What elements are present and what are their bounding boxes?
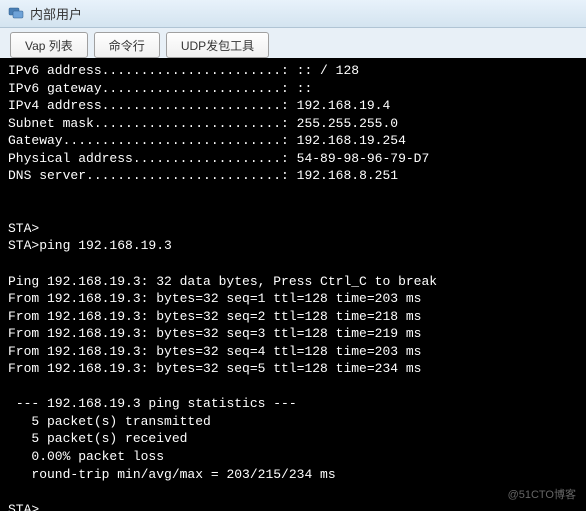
stats-transmitted: 5 packet(s) transmitted (8, 414, 211, 429)
tab-command-line[interactable]: 命令行 (94, 32, 160, 58)
ipv4-address-line: IPv4 address.......................: 192… (8, 98, 390, 113)
tab-vap-list[interactable]: Vap 列表 (10, 32, 88, 58)
prompt: STA> (8, 502, 39, 511)
dns-server-line: DNS server.........................: 192… (8, 168, 398, 183)
tab-label: UDP发包工具 (181, 37, 254, 54)
tab-label: Vap 列表 (25, 37, 73, 54)
prompt: STA> (8, 221, 39, 236)
command-line: STA>ping 192.168.19.3 (8, 238, 172, 253)
subnet-mask-line: Subnet mask........................: 255… (8, 116, 398, 131)
stats-rtt: round-trip min/avg/max = 203/215/234 ms (8, 467, 336, 482)
ping-header: Ping 192.168.19.3: 32 data bytes, Press … (8, 274, 437, 289)
app-icon (8, 4, 24, 23)
tab-udp-tool[interactable]: UDP发包工具 (166, 32, 269, 58)
stats-header: --- 192.168.19.3 ping statistics --- (8, 396, 297, 411)
ipv6-address-line: IPv6 address.......................: :: … (8, 63, 359, 78)
stats-received: 5 packet(s) received (8, 431, 187, 446)
terminal-output[interactable]: IPv6 address.......................: :: … (0, 58, 586, 511)
watermark: @51CTO博客 (508, 488, 576, 503)
stats-loss: 0.00% packet loss (8, 449, 164, 464)
tab-label: 命令行 (109, 37, 145, 54)
gateway-line: Gateway............................: 192… (8, 133, 406, 148)
ping-reply: From 192.168.19.3: bytes=32 seq=1 ttl=12… (8, 291, 421, 306)
ping-reply: From 192.168.19.3: bytes=32 seq=3 ttl=12… (8, 326, 421, 341)
physical-address-line: Physical address...................: 54-… (8, 151, 429, 166)
title-bar: 内部用户 (0, 0, 586, 28)
tab-row: Vap 列表 命令行 UDP发包工具 (0, 28, 586, 58)
ping-reply: From 192.168.19.3: bytes=32 seq=2 ttl=12… (8, 309, 421, 324)
ipv6-gateway-line: IPv6 gateway.......................: :: (8, 81, 312, 96)
ping-reply: From 192.168.19.3: bytes=32 seq=5 ttl=12… (8, 361, 421, 376)
ping-reply: From 192.168.19.3: bytes=32 seq=4 ttl=12… (8, 344, 421, 359)
window-title: 内部用户 (30, 4, 82, 23)
